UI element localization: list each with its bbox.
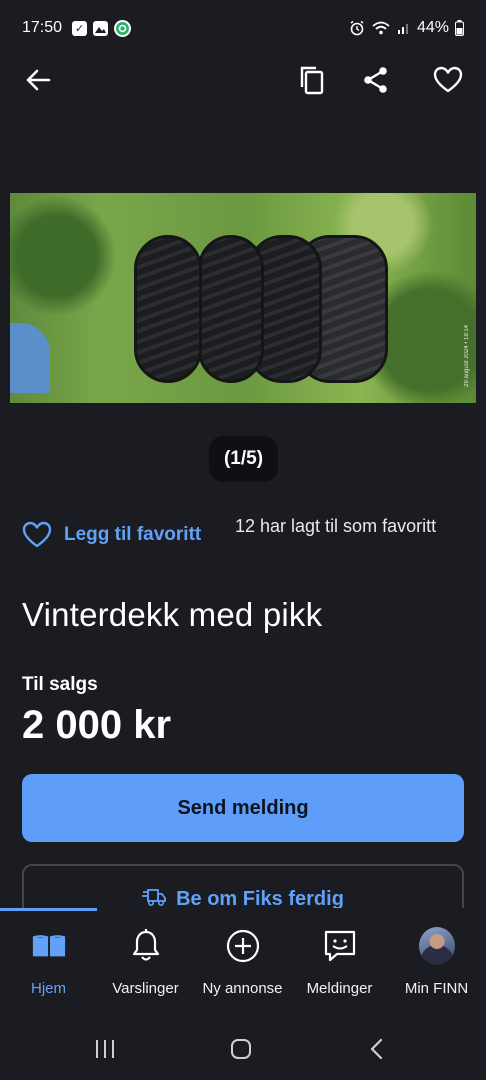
send-message-label: Send melding bbox=[177, 796, 309, 819]
heart-outline-icon bbox=[22, 521, 52, 548]
share-icon bbox=[364, 67, 387, 93]
listing-image[interactable]: 29 august 2024 • 18:14 bbox=[10, 193, 476, 403]
home-button[interactable] bbox=[226, 1034, 256, 1064]
listing-price: 2 000 kr bbox=[22, 703, 172, 747]
sale-label: Til salgs bbox=[22, 674, 98, 695]
system-navigation-bar bbox=[0, 1014, 486, 1080]
copy-button[interactable] bbox=[292, 60, 332, 100]
nav-item-ny-annonse[interactable]: Ny annonse bbox=[194, 908, 291, 1014]
back-arrow-icon bbox=[26, 69, 51, 91]
nav-label-varslinger: Varslinger bbox=[112, 980, 179, 997]
status-right: 44% bbox=[349, 19, 464, 37]
avatar bbox=[418, 927, 455, 965]
top-app-bar bbox=[0, 56, 486, 104]
nav-item-hjem[interactable]: Hjem bbox=[0, 908, 97, 1014]
avatar-wrap bbox=[418, 927, 455, 965]
favorite-count-text: 12 har lagt til som favoritt bbox=[235, 516, 437, 536]
wifi-icon bbox=[372, 21, 390, 35]
back-button[interactable] bbox=[18, 60, 58, 100]
add-favorite-button[interactable]: Legg til favoritt bbox=[22, 521, 201, 549]
nav-label-hjem: Hjem bbox=[30, 980, 66, 997]
battery-percent: 44% bbox=[416, 19, 449, 36]
home-book-icon bbox=[31, 928, 67, 964]
system-back-button[interactable] bbox=[362, 1034, 392, 1064]
chat-icon bbox=[322, 928, 358, 964]
recent-apps-icon bbox=[96, 1040, 114, 1058]
image-counter: (1/5) bbox=[209, 436, 278, 482]
plus-circle-icon bbox=[225, 928, 261, 964]
photo-caption: 29 august 2024 • 18:14 bbox=[464, 325, 470, 387]
nav-item-min-finn[interactable]: Min FINN bbox=[388, 908, 485, 1014]
send-message-button[interactable]: Send melding bbox=[22, 774, 464, 842]
gallery-notification-icon bbox=[93, 20, 109, 36]
checkbox-notification-icon: ✓ bbox=[72, 20, 88, 36]
sync-app-icon bbox=[114, 19, 132, 37]
nav-label-meldinger: Meldinger bbox=[306, 980, 373, 997]
battery-icon bbox=[455, 20, 464, 36]
add-favorite-label: Legg til favoritt bbox=[64, 524, 202, 545]
copy-icon bbox=[300, 66, 324, 95]
notification-icons: ✓ bbox=[72, 19, 132, 37]
status-time: 17:50 bbox=[22, 19, 63, 36]
chevron-left-icon bbox=[370, 1038, 383, 1060]
delivery-truck-icon bbox=[142, 889, 166, 907]
tire-image bbox=[198, 235, 264, 383]
nav-item-meldinger[interactable]: Meldinger bbox=[291, 908, 388, 1014]
listing-title: Vinterdekk med pikk bbox=[22, 596, 323, 633]
nav-label-ny-annonse: Ny annonse bbox=[202, 980, 283, 997]
alarm-icon bbox=[350, 20, 364, 36]
bell-icon bbox=[128, 928, 164, 964]
signal-icon bbox=[397, 24, 408, 34]
share-button[interactable] bbox=[356, 60, 396, 100]
tire-image bbox=[134, 235, 202, 383]
bottom-navigation: Hjem Varslinger Ny annonse Meldinger Min… bbox=[0, 908, 486, 1014]
status-bar: 17:50 ✓ 44% bbox=[0, 0, 486, 56]
recent-apps-button[interactable] bbox=[90, 1034, 120, 1064]
home-circle-icon bbox=[231, 1039, 251, 1059]
nav-label-min-finn: Min FINN bbox=[404, 980, 469, 997]
nav-item-varslinger[interactable]: Varslinger bbox=[97, 908, 194, 1014]
heart-icon bbox=[433, 66, 463, 93]
favorite-toggle-button[interactable] bbox=[428, 60, 468, 100]
